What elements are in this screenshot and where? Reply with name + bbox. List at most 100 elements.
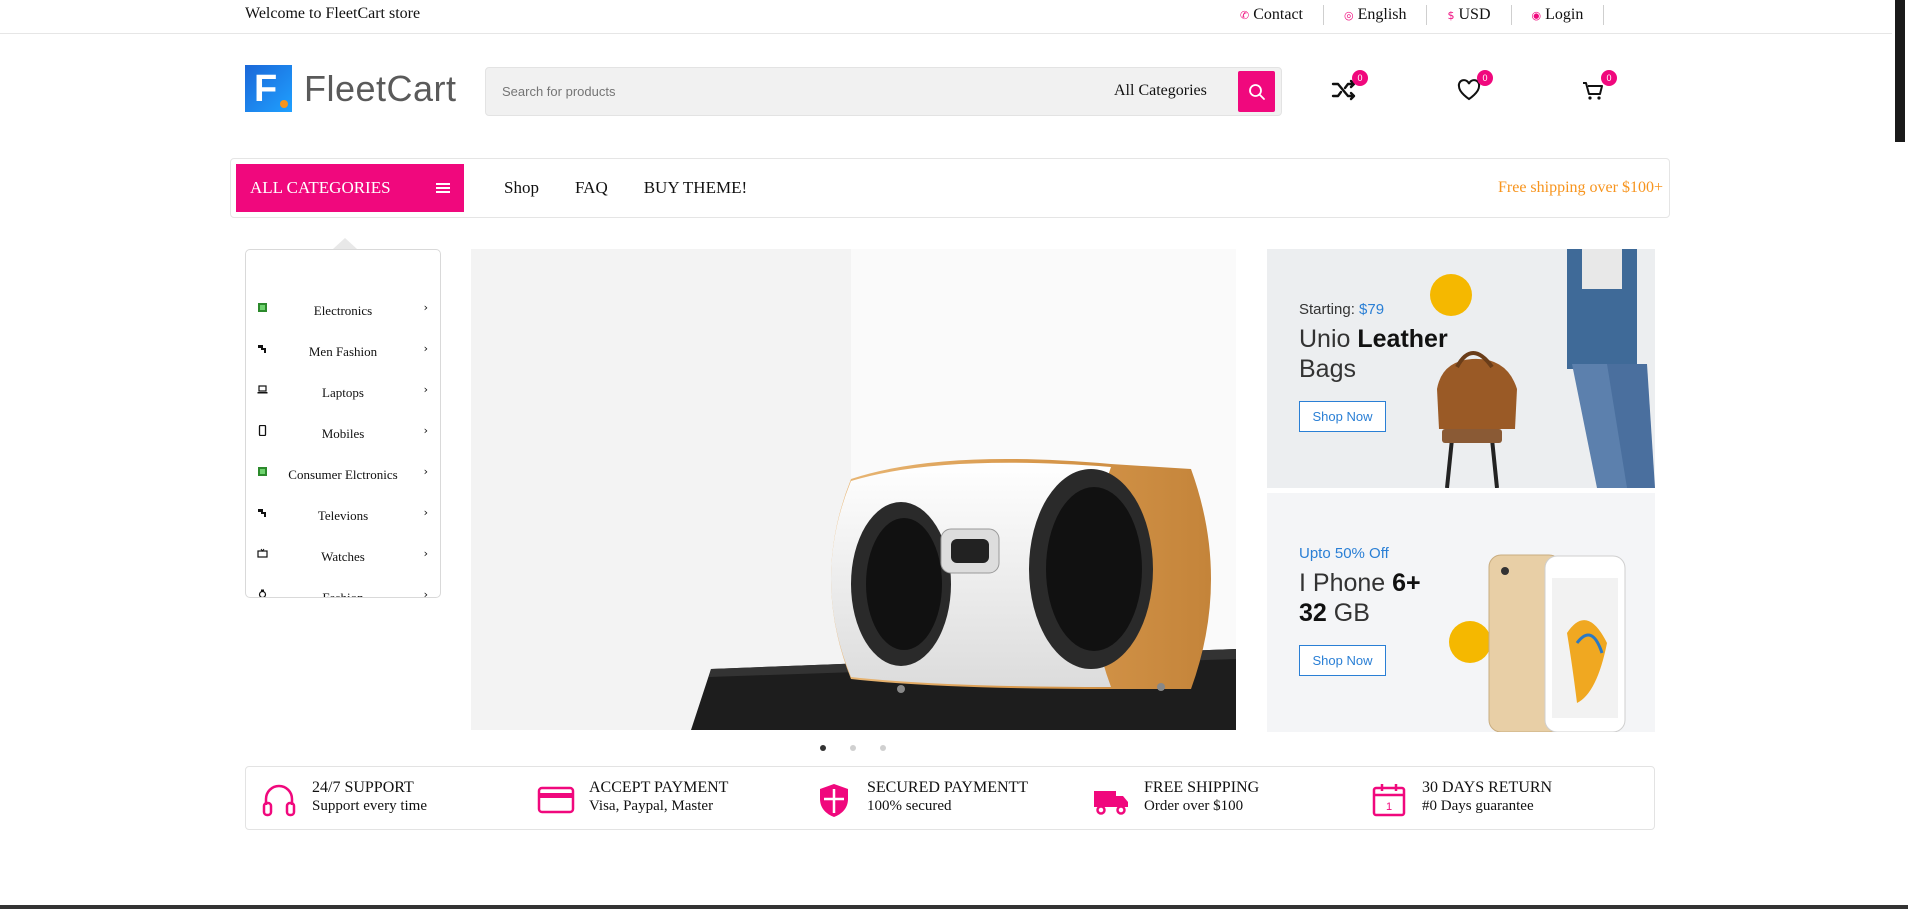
chevron-right-icon: › (423, 383, 428, 396)
hanger-icon (258, 509, 266, 517)
window-bottom-edge (0, 905, 1908, 909)
category-label: Televions (317, 507, 369, 523)
feature-title: 24/7 SUPPORT (312, 779, 414, 796)
nav-faq[interactable]: FAQ (575, 178, 608, 198)
page-scrollbar[interactable] (1892, 0, 1908, 909)
svg-text:1: 1 (1386, 801, 1392, 813)
category-men-fashion[interactable]: Men Fashion › (246, 331, 440, 372)
category-fashion[interactable]: Fashion › (246, 577, 440, 598)
nav-shop[interactable]: Shop (504, 178, 539, 198)
cart-button[interactable]: 0 (1579, 70, 1617, 108)
search-button[interactable] (1238, 71, 1275, 112)
banner-title: Unio Leather Bags (1299, 325, 1448, 383)
category-label: Laptops (322, 384, 364, 400)
login-link[interactable]: ◉ Login (1532, 5, 1605, 25)
feature-secured: SECURED PAYMENTT 100% secured (815, 779, 1028, 819)
banner-leather-bags[interactable]: Starting: $79 Unio Leather Bags Shop Now (1267, 249, 1655, 488)
currency-selector[interactable]: $ USD (1447, 5, 1512, 25)
menu-icon (436, 183, 450, 193)
feature-shipping: FREE SHIPPING Order over $100 (1092, 779, 1259, 819)
compare-button[interactable]: 0 (1330, 70, 1368, 108)
category-televisions[interactable]: Televions › (246, 495, 440, 536)
chevron-right-icon: › (423, 465, 428, 478)
category-label: Watches (321, 548, 365, 564)
laptop-icon (257, 385, 268, 394)
feature-payment: ACCEPT PAYMENT Visa, Paypal, Master (537, 779, 728, 819)
slider-dot-1[interactable] (820, 745, 826, 751)
feature-title: FREE SHIPPING (1144, 779, 1260, 796)
top-links: ✆ Contact ◎ English $ USD ◉ Login (1240, 5, 1605, 25)
category-label: Consumer Elctronics (288, 466, 398, 482)
feature-subtitle: Order over $100 (1144, 798, 1244, 814)
logo-letter: F (254, 68, 278, 110)
nav-links: Shop FAQ BUY THEME! (504, 178, 783, 198)
logo[interactable]: F FleetCart (245, 65, 457, 112)
search-bar: All Categories (485, 67, 1282, 116)
tv-icon (257, 548, 268, 558)
shop-now-button[interactable]: Shop Now (1299, 401, 1386, 432)
feature-subtitle: Support every time (312, 798, 427, 814)
chevron-right-icon: › (423, 588, 428, 598)
language-selector[interactable]: ◎ English (1344, 5, 1428, 25)
dropdown-caret (333, 238, 357, 249)
watch-icon (258, 589, 267, 597)
feature-subtitle: 100% secured (867, 798, 952, 814)
chip-icon (258, 467, 267, 476)
banner-title: I Phone 6+ 32 GB (1299, 569, 1421, 627)
category-laptops[interactable]: Laptops › (246, 372, 440, 413)
category-mobiles[interactable]: Mobiles › (246, 413, 440, 454)
contact-link[interactable]: ✆ Contact (1240, 5, 1324, 25)
speaker-image (471, 249, 1236, 730)
slider-dot-3[interactable] (880, 745, 886, 751)
chevron-right-icon: › (423, 424, 428, 437)
category-electronics[interactable]: Electronics › (246, 290, 440, 331)
feature-title: ACCEPT PAYMENT (589, 779, 729, 796)
logo-text: FleetCart (304, 67, 457, 109)
user-icon: ◉ (1531, 8, 1542, 22)
contact-label: Contact (1253, 6, 1303, 23)
wishlist-count-badge: 0 (1477, 70, 1493, 86)
chevron-right-icon: › (423, 301, 428, 314)
category-consumer-electronics[interactable]: Consumer Elctronics › (246, 454, 440, 495)
feature-return: 1 30 DAYS RETURN #0 Days guarantee (1370, 779, 1552, 819)
headset-icon (262, 784, 296, 817)
feature-title: 30 DAYS RETURN (1422, 779, 1553, 796)
scrollbar-thumb[interactable] (1895, 0, 1905, 142)
slider-dots (820, 745, 910, 751)
credit-card-icon (537, 786, 575, 814)
logo-mark: F (245, 65, 292, 112)
main-nav: ALL CATEGORIES Shop FAQ BUY THEME! Free … (230, 158, 1670, 218)
hanger-icon (258, 345, 266, 353)
calendar-icon: 1 (1372, 784, 1406, 817)
feature-support: 24/7 SUPPORT Support every time (260, 779, 427, 819)
free-shipping-notice: Free shipping over $100+ (1498, 179, 1663, 196)
hero-slide-image[interactable] (471, 249, 1236, 730)
chevron-right-icon: › (423, 506, 428, 519)
welcome-text: Welcome to FleetCart store (245, 5, 421, 22)
feature-title: SECURED PAYMENTT (867, 779, 1029, 796)
category-label: Mobiles (321, 425, 365, 441)
nav-buy-theme[interactable]: BUY THEME! (644, 178, 747, 198)
category-watches[interactable]: Watches › (246, 536, 440, 577)
features-bar: 24/7 SUPPORT Support every time ACCEPT P… (245, 766, 1655, 830)
category-dropdown: Electronics › Men Fashion › Laptops › Mo… (245, 249, 441, 598)
wishlist-button[interactable]: 0 (1455, 70, 1493, 108)
top-bar: Welcome to FleetCart store ✆ Contact ◎ E… (0, 0, 1908, 34)
all-categories-button[interactable]: ALL CATEGORIES (236, 164, 464, 212)
shop-now-button[interactable]: Shop Now (1299, 645, 1386, 676)
mobile-icon (258, 425, 267, 436)
language-label: English (1357, 6, 1407, 23)
slider-dot-2[interactable] (850, 745, 856, 751)
category-list: Electronics › Men Fashion › Laptops › Mo… (246, 290, 440, 598)
shield-icon (820, 784, 848, 817)
chevron-right-icon: › (423, 547, 428, 560)
currency-label: USD (1458, 6, 1491, 23)
dollar-icon: $ (1447, 8, 1455, 22)
search-category-select[interactable]: All Categories (1114, 82, 1207, 100)
search-input[interactable] (486, 84, 1086, 99)
banner-iphone[interactable]: Upto 50% Off I Phone 6+ 32 GB Shop Now (1267, 493, 1655, 732)
banner-price: $79 (1359, 301, 1385, 318)
globe-icon: ◎ (1343, 8, 1354, 22)
search-icon (1248, 83, 1265, 100)
compare-count-badge: 0 (1352, 70, 1368, 86)
